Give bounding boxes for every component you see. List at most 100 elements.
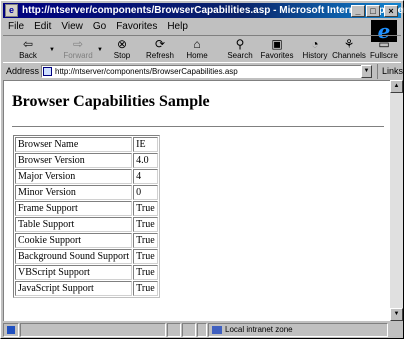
back-button[interactable]: ⇦ Back xyxy=(9,37,47,63)
capability-value: 4.0 xyxy=(133,153,158,168)
links-button[interactable]: Links xyxy=(377,64,403,79)
zone-label: Local intranet zone xyxy=(225,325,293,334)
status-text-segment xyxy=(20,323,166,337)
capability-name: Cookie Support xyxy=(15,233,133,248)
capability-value: True xyxy=(133,281,158,296)
menu-bar: File Edit View Go Favorites Help xyxy=(3,19,401,34)
channels-button[interactable]: ⚘ Channels xyxy=(330,37,368,63)
forward-label: Forward xyxy=(63,51,93,60)
channels-icon: ⚘ xyxy=(343,37,355,51)
horizontal-rule xyxy=(12,126,384,128)
address-input[interactable]: http://ntserver/components/BrowserCapabi… xyxy=(41,65,363,78)
close-button[interactable]: × xyxy=(384,5,398,17)
table-row: Table Support True xyxy=(15,217,158,232)
table-row: Frame Support True xyxy=(15,201,158,216)
menu-edit[interactable]: Edit xyxy=(29,19,56,34)
table-row: Cookie Support True xyxy=(15,233,158,248)
done-icon xyxy=(7,326,15,334)
refresh-button[interactable]: ⟳ Refresh xyxy=(141,37,179,63)
home-label: Home xyxy=(186,51,208,60)
address-value: http://ntserver/components/BrowserCapabi… xyxy=(55,67,238,76)
capability-name: Minor Version xyxy=(15,185,133,200)
capability-value: IE xyxy=(133,137,158,152)
fullscreen-label: Fullscre xyxy=(369,51,398,60)
capability-value: 0 xyxy=(133,185,158,200)
favorites-label: Favorites xyxy=(260,51,294,60)
channels-label: Channels xyxy=(332,51,366,60)
menu-favorites[interactable]: Favorites xyxy=(111,19,162,34)
capability-value: 4 xyxy=(133,169,158,184)
status-segment-2 xyxy=(182,323,196,337)
status-bar: Local intranet zone xyxy=(3,322,401,338)
status-page-icon xyxy=(3,323,19,337)
page-icon xyxy=(43,67,52,76)
browser-window: e http://ntserver/components/BrowserCapa… xyxy=(0,0,404,339)
table-row: Minor Version 0 xyxy=(15,185,158,200)
menu-file[interactable]: File xyxy=(3,19,29,34)
fullscreen-icon: ▭ xyxy=(378,37,390,51)
capability-value: True xyxy=(133,201,158,216)
page-heading: Browser Capabilities Sample xyxy=(12,93,210,110)
stop-label: Stop xyxy=(113,51,131,60)
history-button[interactable]: ◔ History xyxy=(296,37,334,63)
favorites-icon: ▣ xyxy=(271,37,283,51)
capability-name: Table Support xyxy=(15,217,133,232)
scroll-down-icon[interactable]: ▼ xyxy=(390,308,403,321)
table-row: Browser Version 4.0 xyxy=(15,153,158,168)
forward-button[interactable]: ⇨ Forward xyxy=(59,37,97,63)
menu-help[interactable]: Help xyxy=(162,19,193,34)
menu-view[interactable]: View xyxy=(56,19,88,34)
minimize-button[interactable]: _ xyxy=(351,5,365,17)
table-row: Background Sound Support True xyxy=(15,249,158,264)
stop-button[interactable]: ⊗ Stop xyxy=(103,37,141,63)
scroll-up-icon[interactable]: ▲ xyxy=(390,80,403,93)
history-icon: ◔ xyxy=(311,37,319,51)
toolbar: ⇦ Back ▼ ⇨ Forward ▼ ⊗ Stop ⟳ Refresh ⌂ … xyxy=(3,35,401,63)
table-row: Major Version 4 xyxy=(15,169,158,184)
search-button[interactable]: ⚲ Search xyxy=(221,37,259,63)
table-row: VBScript Support True xyxy=(15,265,158,280)
capability-value: True xyxy=(133,217,158,232)
capability-name: Major Version xyxy=(15,169,133,184)
back-dropdown-icon[interactable]: ▼ xyxy=(49,47,55,53)
home-button[interactable]: ⌂ Home xyxy=(178,37,216,63)
vertical-scrollbar[interactable]: ▲ ▼ xyxy=(390,80,403,321)
capability-value: True xyxy=(133,265,158,280)
capability-name: Browser Version xyxy=(15,153,133,168)
intranet-zone-icon xyxy=(212,326,222,334)
favorites-button[interactable]: ▣ Favorites xyxy=(258,37,296,63)
table-row: Browser Name IE xyxy=(15,137,158,152)
fullscreen-button[interactable]: ▭ Fullscre xyxy=(367,37,401,63)
address-label: Address xyxy=(6,66,40,76)
stop-icon: ⊗ xyxy=(116,37,128,51)
window-title: http://ntserver/components/BrowserCapabi… xyxy=(22,5,404,16)
capability-value: True xyxy=(133,249,158,264)
back-arrow-icon: ⇦ xyxy=(22,37,34,51)
address-dropdown-icon[interactable]: ▼ xyxy=(361,65,372,78)
search-label: Search xyxy=(227,51,253,60)
title-bar[interactable]: e http://ntserver/components/BrowserCapa… xyxy=(3,3,404,18)
forward-arrow-icon: ⇨ xyxy=(72,37,84,51)
refresh-icon: ⟳ xyxy=(154,37,166,51)
page-content: Browser Capabilities Sample Browser Name… xyxy=(3,80,390,321)
capability-name: Browser Name xyxy=(15,137,133,152)
status-segment-1 xyxy=(167,323,181,337)
history-label: History xyxy=(302,51,328,60)
menu-go[interactable]: Go xyxy=(88,19,111,34)
table-row: JavaScript Support True xyxy=(15,281,158,296)
maximize-button[interactable]: □ xyxy=(366,5,380,17)
search-icon: ⚲ xyxy=(235,37,245,51)
back-label: Back xyxy=(19,51,37,60)
capability-name: VBScript Support xyxy=(15,265,133,280)
capability-name: Frame Support xyxy=(15,201,133,216)
capability-name: JavaScript Support xyxy=(15,281,133,296)
capability-value: True xyxy=(133,233,158,248)
status-segment-3 xyxy=(197,323,207,337)
home-icon: ⌂ xyxy=(193,37,201,51)
zone-segment: Local intranet zone xyxy=(208,323,388,337)
address-bar: Address http://ntserver/components/Brows… xyxy=(3,64,403,79)
capability-name: Background Sound Support xyxy=(15,249,133,264)
capabilities-table: Browser Name IE Browser Version 4.0 Major Ve… xyxy=(13,135,160,298)
refresh-label: Refresh xyxy=(145,51,174,60)
ie-page-icon: e xyxy=(5,4,18,17)
